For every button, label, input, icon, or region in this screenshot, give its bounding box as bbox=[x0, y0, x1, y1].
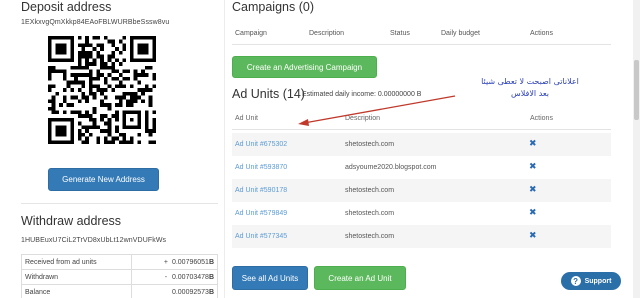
annotation-line: بعد الافلاس bbox=[511, 89, 549, 98]
balance-label: Withdrawn bbox=[20, 269, 133, 285]
divider bbox=[21, 203, 218, 204]
bitcoin-unit: B bbox=[208, 273, 214, 281]
deposit-address[interactable]: 1EXkxvgQmXkkp84EAoFBLWURBbeSssw8vu bbox=[21, 19, 169, 26]
balance-row-withdrawn: Withdrawn -0.00703478B bbox=[20, 269, 218, 285]
column-description: Description bbox=[309, 30, 345, 37]
deposit-title: Deposit address bbox=[21, 0, 112, 14]
help-icon: ? bbox=[570, 276, 581, 286]
delete-icon[interactable]: ✖ bbox=[529, 230, 537, 241]
table-row: Ad Unit #577345 shetostech.com ✖ bbox=[232, 225, 611, 248]
balance-sign: + bbox=[163, 258, 168, 266]
delete-icon[interactable]: ✖ bbox=[529, 207, 537, 218]
column-campaign: Campaign bbox=[235, 30, 267, 37]
ad-unit-link[interactable]: Ad Unit #590178 bbox=[235, 187, 287, 194]
annotation-arrow bbox=[298, 95, 456, 126]
balance-sign: - bbox=[164, 273, 168, 281]
column-daily-budget: Daily budget bbox=[441, 30, 480, 37]
bitcoin-unit: B bbox=[208, 258, 214, 266]
balance-value: 0.00703478 bbox=[171, 273, 209, 281]
wallet-panel: Deposit address 1EXkxvgQmXkkp84EAoFBLWUR… bbox=[0, 0, 218, 298]
support-label: Support bbox=[584, 277, 612, 285]
balance-value: 0.00796051 bbox=[171, 258, 209, 266]
balance-label: Balance bbox=[20, 284, 133, 298]
withdraw-address[interactable]: 1HUBEuxU7CiL2TrVD8xUbLt12wnVDUFkWs bbox=[21, 237, 166, 244]
table-row: Ad Unit #579849 shetostech.com ✖ bbox=[232, 202, 611, 225]
scrollbar[interactable] bbox=[633, 0, 640, 298]
delete-icon[interactable]: ✖ bbox=[529, 138, 537, 149]
generate-address-button[interactable]: Generate New Address bbox=[48, 168, 159, 191]
ad-unit-description: adsyoume2020.blogspot.com bbox=[345, 164, 437, 171]
annotation-line: اعلاناتى اصبحت لا تعطى شيئا bbox=[481, 77, 579, 86]
qr-code bbox=[48, 36, 156, 144]
ad-unit-link[interactable]: Ad Unit #577345 bbox=[235, 233, 287, 240]
create-ad-unit-button[interactable]: Create an Ad Unit bbox=[314, 266, 406, 290]
balance-table: Received from ad units +0.00796051B With… bbox=[20, 254, 218, 298]
table-row: Ad Unit #675302 shetostech.com ✖ bbox=[232, 133, 611, 156]
annotation-text: اعلاناتى اصبحت لا تعطى شيئا بعد الافلاس bbox=[450, 76, 610, 100]
see-all-ad-units-button[interactable]: See all Ad Units bbox=[232, 266, 308, 290]
table-row: Ad Unit #590178 shetostech.com ✖ bbox=[232, 179, 611, 202]
column-actions: Actions bbox=[530, 30, 553, 37]
column-divider bbox=[224, 0, 225, 298]
create-campaign-button[interactable]: Create an Advertising Campaign bbox=[232, 56, 377, 78]
column-status: Status bbox=[390, 30, 410, 37]
scrollbar-thumb[interactable] bbox=[634, 60, 639, 120]
ad-unit-description: shetostech.com bbox=[345, 187, 395, 194]
bitcoin-unit: B bbox=[208, 288, 214, 296]
ad-unit-description: shetostech.com bbox=[345, 141, 395, 148]
ad-unit-description: shetostech.com bbox=[345, 210, 395, 217]
ad-unit-link[interactable]: Ad Unit #593870 bbox=[235, 164, 287, 171]
withdraw-title: Withdraw address bbox=[21, 214, 122, 228]
balance-row-balance: Balance 0.00092573B bbox=[20, 284, 218, 298]
delete-icon[interactable]: ✖ bbox=[529, 184, 537, 195]
balance-label: Received from ad units bbox=[20, 254, 133, 270]
ad-unit-description: shetostech.com bbox=[345, 233, 395, 240]
column-ad-unit: Ad Unit bbox=[235, 115, 258, 122]
balance-row-received: Received from ad units +0.00796051B bbox=[20, 254, 218, 270]
balance-value: 0.00092573 bbox=[171, 288, 209, 296]
campaigns-title: Campaigns (0) bbox=[232, 0, 314, 14]
table-row: Ad Unit #593870 adsyoume2020.blogspot.co… bbox=[232, 156, 611, 179]
support-button[interactable]: ? Support bbox=[561, 272, 621, 290]
delete-icon[interactable]: ✖ bbox=[529, 161, 537, 172]
column-actions: Actions bbox=[530, 115, 553, 122]
ad-unit-link[interactable]: Ad Unit #675302 bbox=[235, 141, 287, 148]
ad-unit-link[interactable]: Ad Unit #579849 bbox=[235, 210, 287, 217]
table-divider bbox=[232, 44, 611, 45]
